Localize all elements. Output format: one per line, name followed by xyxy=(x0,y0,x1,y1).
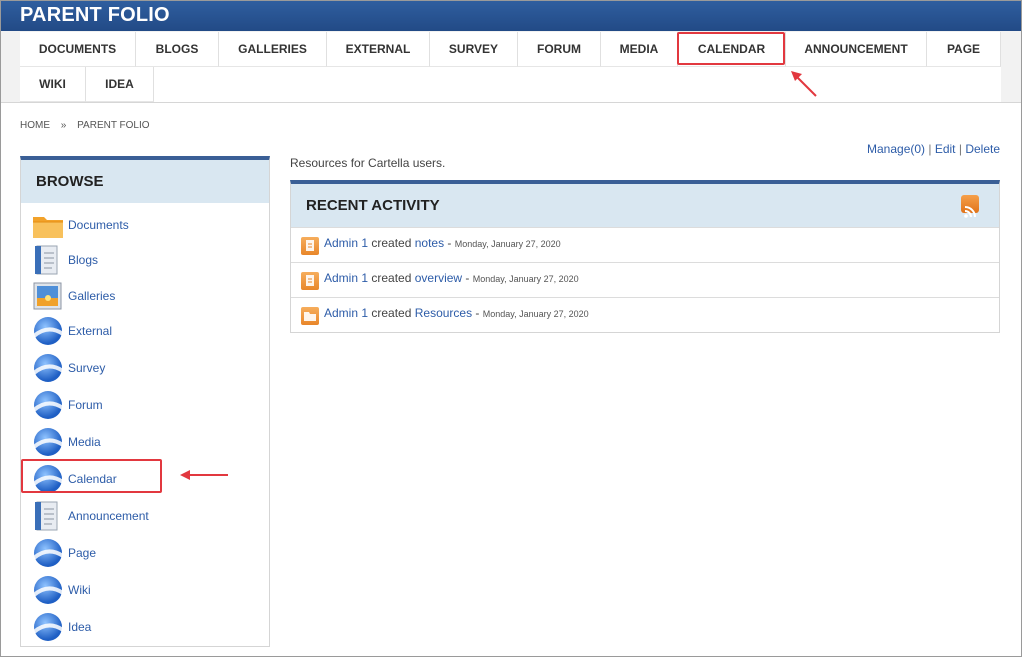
browse-label: Page xyxy=(68,546,97,560)
globe-icon xyxy=(31,425,65,459)
nav-media[interactable]: MEDIA xyxy=(601,32,678,67)
nav-galleries[interactable]: GALLERIES xyxy=(219,32,327,67)
browse-label: Announcement xyxy=(68,509,149,523)
document-icon xyxy=(301,272,319,290)
nav-external[interactable]: EXTERNAL xyxy=(327,32,430,67)
activity-text: Admin 1 created notes - Monday, January … xyxy=(324,236,561,250)
activity-action: created xyxy=(368,306,415,320)
nav-wiki[interactable]: WIKI xyxy=(20,67,86,102)
separator: | xyxy=(925,142,935,156)
breadcrumb: HOME » PARENT FOLIO xyxy=(20,120,158,131)
browse-label: Galleries xyxy=(68,289,116,303)
activity-action: created xyxy=(368,271,415,285)
delete-link[interactable]: Delete xyxy=(965,142,1000,156)
activity-text: Admin 1 created overview - Monday, Janua… xyxy=(324,271,579,285)
globe-icon xyxy=(31,388,65,422)
browse-item-survey[interactable]: Survey xyxy=(31,351,261,385)
activity-date: Monday, January 27, 2020 xyxy=(454,239,561,249)
activity-item-link[interactable]: overview xyxy=(415,271,462,285)
activity-dash: - xyxy=(472,306,483,320)
nav-forum[interactable]: FORUM xyxy=(518,32,601,67)
nav-page[interactable]: PAGE xyxy=(927,32,1001,67)
globe-icon xyxy=(31,351,65,385)
nav-idea[interactable]: IDEA xyxy=(86,67,154,102)
browse-label: Media xyxy=(68,435,101,449)
browse-item-documents[interactable]: Documents xyxy=(31,208,261,242)
browse-label: Idea xyxy=(68,620,92,634)
page-actions: Manage(0) | Edit | Delete xyxy=(867,142,1000,156)
nav-documents[interactable]: DOCUMENTS xyxy=(20,32,136,67)
browse-item-forum[interactable]: Forum xyxy=(31,388,261,422)
globe-icon xyxy=(31,314,65,348)
separator: | xyxy=(955,142,966,156)
browse-item-media[interactable]: Media xyxy=(31,425,261,459)
browse-title: BROWSE xyxy=(21,160,269,203)
document-icon xyxy=(31,243,65,277)
breadcrumb-current: PARENT FOLIO xyxy=(77,120,150,131)
app-header: PARENT FOLIO xyxy=(1,1,1021,31)
activity-row: Admin 1 created Resources - Monday, Janu… xyxy=(291,297,999,332)
rss-icon[interactable] xyxy=(961,195,979,218)
browse-item-page[interactable]: Page xyxy=(31,536,261,570)
folder-icon xyxy=(31,208,65,242)
gallery-icon xyxy=(31,279,65,313)
activity-user-link[interactable]: Admin 1 xyxy=(324,306,368,320)
activity-text: Admin 1 created Resources - Monday, Janu… xyxy=(324,306,589,320)
globe-icon xyxy=(31,536,65,570)
browse-item-blogs[interactable]: Blogs xyxy=(31,243,261,277)
nav-survey[interactable]: SURVEY xyxy=(430,32,518,67)
browse-label: Blogs xyxy=(68,253,99,267)
activity-user-link[interactable]: Admin 1 xyxy=(324,271,368,285)
nav-announcement[interactable]: ANNOUNCEMENT xyxy=(786,32,927,67)
recent-activity-heading: RECENT ACTIVITY xyxy=(306,197,440,214)
document-icon xyxy=(31,499,65,533)
app-title: PARENT FOLIO xyxy=(20,4,170,26)
nav-blogs[interactable]: BLOGS xyxy=(136,32,219,67)
folder-icon xyxy=(301,307,319,325)
globe-icon xyxy=(31,610,65,644)
breadcrumb-home[interactable]: HOME xyxy=(20,120,50,131)
activity-row: Admin 1 created notes - Monday, January … xyxy=(291,227,999,262)
manage-link[interactable]: Manage(0) xyxy=(867,142,925,156)
browse-item-galleries[interactable]: Galleries xyxy=(31,279,261,313)
recent-activity-panel: RECENT ACTIVITY Admin 1 created notes - … xyxy=(290,180,1000,333)
browse-item-idea[interactable]: Idea xyxy=(31,610,261,644)
activity-item-link[interactable]: notes xyxy=(415,236,444,250)
activity-action: created xyxy=(368,236,415,250)
activity-dash: - xyxy=(462,271,473,285)
browse-label: Forum xyxy=(68,398,103,412)
activity-dash: - xyxy=(444,236,455,250)
arrow-icon xyxy=(791,71,817,97)
browse-item-external[interactable]: External xyxy=(31,314,261,348)
activity-date: Monday, January 27, 2020 xyxy=(482,309,589,319)
page-description: Resources for Cartella users. xyxy=(290,156,446,170)
document-icon xyxy=(301,237,319,255)
browse-label: External xyxy=(68,324,113,338)
browse-sidebar: BROWSE Documents Blogs Galleries Externa… xyxy=(20,156,270,647)
browse-item-announcement[interactable]: Announcement xyxy=(31,499,261,533)
calendar-sidebar-highlight xyxy=(21,459,162,493)
recent-activity-title: RECENT ACTIVITY xyxy=(291,184,999,227)
activity-user-link[interactable]: Admin 1 xyxy=(324,236,368,250)
browse-label: Wiki xyxy=(68,583,91,597)
browse-label: Documents xyxy=(68,218,129,232)
main-nav: DOCUMENTS BLOGS GALLERIES EXTERNAL SURVE… xyxy=(20,32,1001,102)
activity-row: Admin 1 created overview - Monday, Janua… xyxy=(291,262,999,297)
browse-item-wiki[interactable]: Wiki xyxy=(31,573,261,607)
breadcrumb-separator: » xyxy=(60,120,67,131)
calendar-nav-highlight xyxy=(677,32,785,65)
arrow-icon xyxy=(180,470,228,480)
edit-link[interactable]: Edit xyxy=(935,142,956,156)
browse-label: Survey xyxy=(68,361,106,375)
globe-icon xyxy=(31,573,65,607)
activity-item-link[interactable]: Resources xyxy=(415,306,472,320)
activity-date: Monday, January 27, 2020 xyxy=(472,274,579,284)
